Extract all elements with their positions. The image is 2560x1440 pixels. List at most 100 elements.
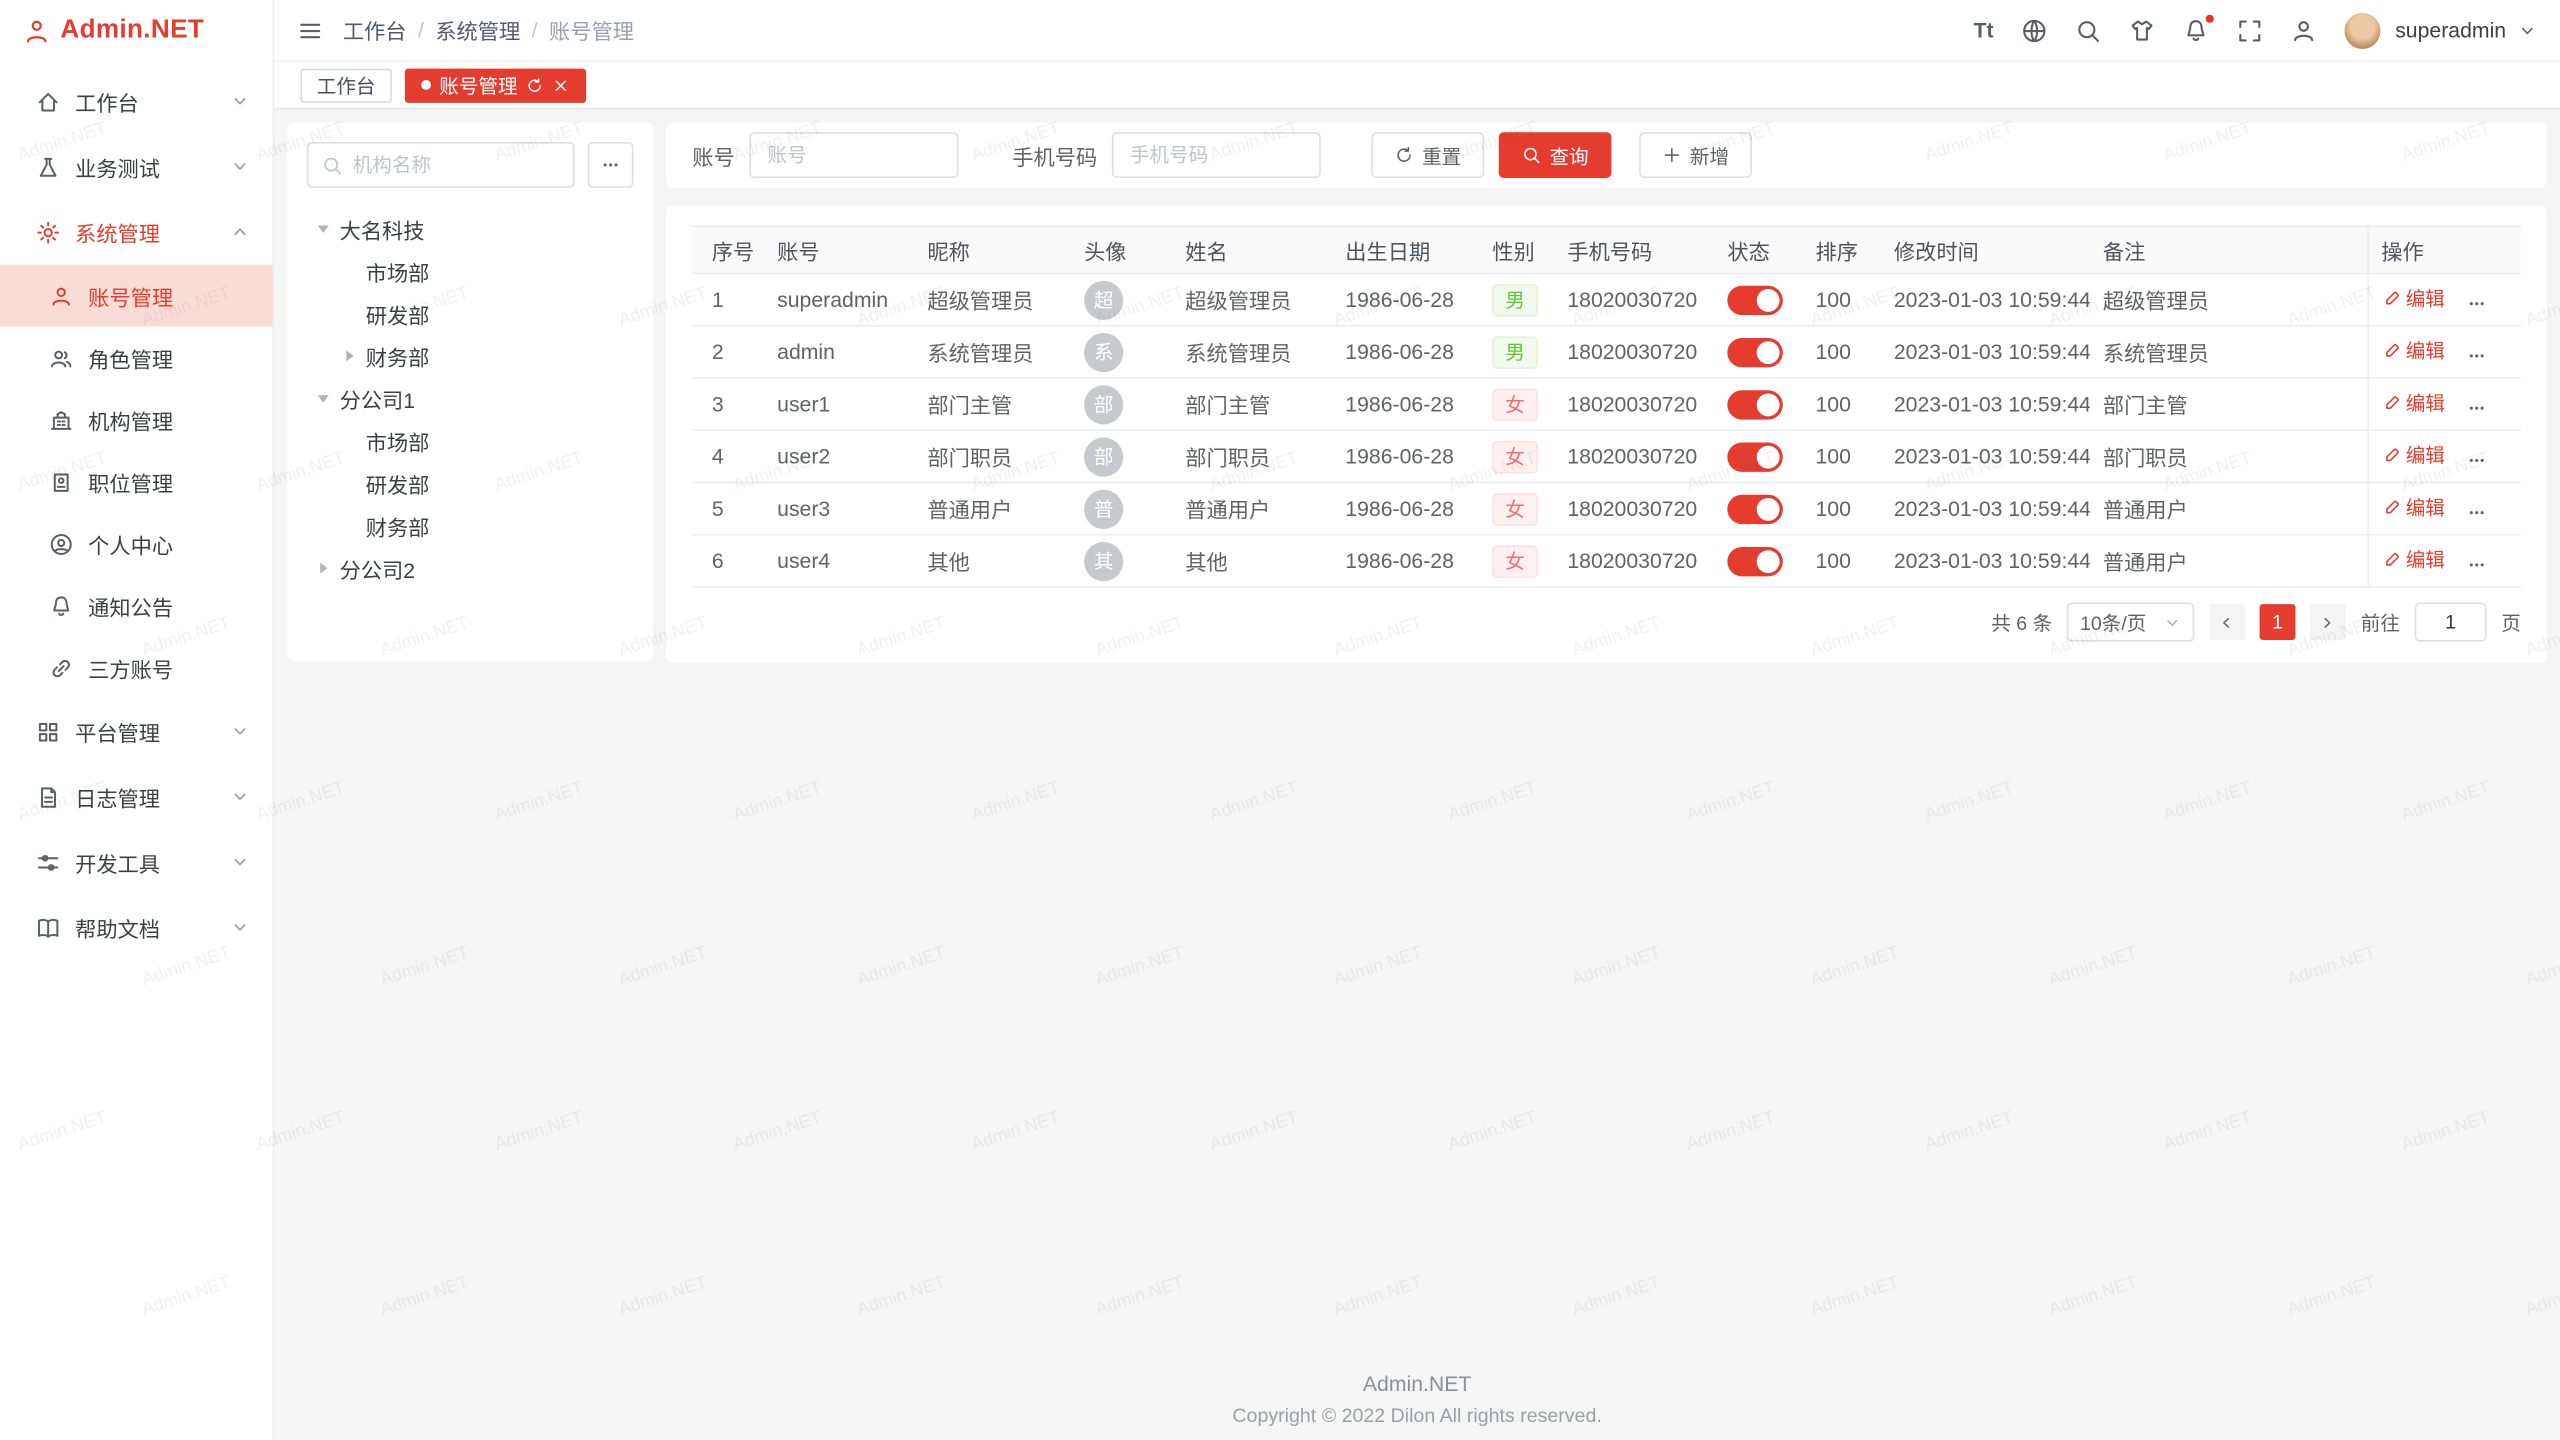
tree-node-7[interactable]: 财务部 (307, 504, 634, 546)
fullscreen-icon[interactable] (2237, 17, 2263, 43)
page-size-select[interactable]: 10条/页 (2067, 602, 2194, 641)
edit-button[interactable]: 编辑 (2381, 546, 2445, 574)
search-icon (2075, 17, 2101, 43)
tree-node-5[interactable]: 市场部 (307, 420, 634, 462)
tree-caret-spacer (340, 473, 360, 493)
status-toggle[interactable] (1727, 546, 1783, 575)
cell-sort: 100 (1802, 535, 1880, 587)
status-toggle[interactable] (1727, 285, 1783, 314)
account-input[interactable] (749, 132, 958, 178)
cell-sort: 100 (1802, 430, 1880, 482)
theme-icon[interactable] (2129, 17, 2155, 43)
sidebar-item-12[interactable]: 开发工具 (0, 829, 273, 894)
status-toggle[interactable] (1727, 337, 1783, 366)
row-more-button[interactable] (2465, 344, 2488, 367)
search-button[interactable]: 查询 (1499, 132, 1612, 178)
edit-button[interactable]: 编辑 (2381, 494, 2445, 522)
notification-badge (2206, 14, 2214, 22)
tab-1[interactable]: 账号管理 (405, 68, 586, 102)
status-toggle[interactable] (1727, 494, 1783, 523)
close-icon[interactable] (552, 76, 570, 94)
search-icon (322, 154, 343, 175)
org-search-input[interactable] (353, 153, 560, 176)
edit-button[interactable]: 编辑 (2381, 285, 2445, 313)
search-icon[interactable] (2075, 17, 2101, 43)
reset-button[interactable]: 重置 (1371, 132, 1484, 178)
sidebar-item-6[interactable]: 职位管理 (0, 451, 273, 513)
tree-node-4[interactable]: 分公司1 (307, 377, 634, 419)
breadcrumb-item-1[interactable]: 系统管理 (435, 15, 520, 46)
sidebar-item-10[interactable]: 平台管理 (0, 699, 273, 764)
status-toggle[interactable] (1727, 442, 1783, 471)
sidebar-item-2[interactable]: 系统管理 (0, 199, 273, 264)
breadcrumb-item-0[interactable]: 工作台 (343, 15, 407, 46)
row-more-button[interactable] (2465, 448, 2488, 471)
edit-icon (2381, 550, 2401, 570)
goto-page-input[interactable] (2415, 602, 2487, 641)
log-icon (36, 784, 60, 808)
sidebar-item-13[interactable]: 帮助文档 (0, 895, 273, 960)
edit-button[interactable]: 编辑 (2381, 337, 2445, 365)
search-icon (1522, 145, 1542, 165)
role-icon (49, 345, 73, 369)
tree-node-6[interactable]: 研发部 (307, 462, 634, 504)
edit-icon (2381, 446, 2401, 466)
sidebar-item-8[interactable]: 通知公告 (0, 575, 273, 637)
tab-0[interactable]: 工作台 (300, 68, 391, 102)
hamburger-icon[interactable] (297, 17, 323, 43)
cell-gender: 男 (1479, 273, 1554, 325)
cell-name: 部门职员 (1172, 430, 1332, 482)
edit-label: 编辑 (2406, 285, 2445, 313)
page-1-button[interactable]: 1 (2260, 604, 2296, 640)
edit-button[interactable]: 编辑 (2381, 389, 2445, 417)
language-icon[interactable] (2021, 17, 2047, 43)
accounts-table: 序号账号昵称头像姓名出生日期性别手机号码状态排序修改时间备注操作 1supera… (692, 225, 2521, 587)
user-icon[interactable] (2291, 17, 2317, 43)
tree-node-1[interactable]: 市场部 (307, 250, 634, 292)
status-toggle[interactable] (1727, 389, 1783, 418)
tree-node-8[interactable]: 分公司2 (307, 547, 634, 589)
sidebar-item-0[interactable]: 工作台 (0, 69, 273, 134)
breadcrumb-item-2[interactable]: 账号管理 (549, 15, 634, 46)
devtool-icon (36, 850, 60, 874)
sidebar-item-7[interactable]: 个人中心 (0, 513, 273, 575)
sidebar-item-4[interactable]: 角色管理 (0, 327, 273, 389)
sidebar-item-5[interactable]: 机构管理 (0, 389, 273, 451)
avatar[interactable] (2345, 12, 2381, 48)
font-size-icon[interactable]: Tt (1974, 17, 1994, 43)
sidebar-item-11[interactable]: 日志管理 (0, 764, 273, 829)
home-icon (36, 89, 60, 113)
username[interactable]: superadmin (2395, 18, 2506, 42)
sidebar-item-label: 职位管理 (88, 466, 173, 497)
tree-more-button[interactable] (588, 142, 634, 188)
sidebar-item-9[interactable]: 三方账号 (0, 637, 273, 699)
more-icon (2465, 553, 2488, 576)
cell-avatar: 部 (1071, 378, 1172, 430)
sidebar-item-3[interactable]: 账号管理 (0, 264, 273, 326)
cell-name: 系统管理员 (1172, 326, 1332, 378)
row-more-button[interactable] (2465, 396, 2488, 419)
next-page-button[interactable] (2310, 604, 2346, 640)
cell-modified-time: 2023-01-03 10:59:44 (1881, 273, 2090, 325)
row-more-button[interactable] (2465, 500, 2488, 523)
edit-label: 编辑 (2406, 337, 2445, 365)
cell-no: 6 (692, 535, 764, 587)
refresh-icon[interactable] (526, 76, 544, 94)
cell-gender: 男 (1479, 326, 1554, 378)
prev-page-button[interactable] (2209, 604, 2245, 640)
add-button[interactable]: 新增 (1639, 132, 1752, 178)
edit-button[interactable]: 编辑 (2381, 442, 2445, 470)
cell-no: 1 (692, 273, 764, 325)
logo-text: Admin.NET (60, 16, 204, 45)
chevron-down-icon[interactable] (2518, 20, 2538, 40)
row-more-button[interactable] (2465, 553, 2488, 576)
row-more-button[interactable] (2465, 291, 2488, 314)
phone-input[interactable] (1112, 132, 1321, 178)
logo[interactable]: Admin.NET (0, 0, 273, 62)
tree-node-2[interactable]: 研发部 (307, 292, 634, 334)
tree-node-3[interactable]: 财务部 (307, 335, 634, 377)
tree-node-0[interactable]: 大名科技 (307, 207, 634, 249)
notification-icon[interactable] (2183, 17, 2209, 43)
edit-label: 编辑 (2406, 546, 2445, 574)
sidebar-item-1[interactable]: 业务测试 (0, 134, 273, 199)
